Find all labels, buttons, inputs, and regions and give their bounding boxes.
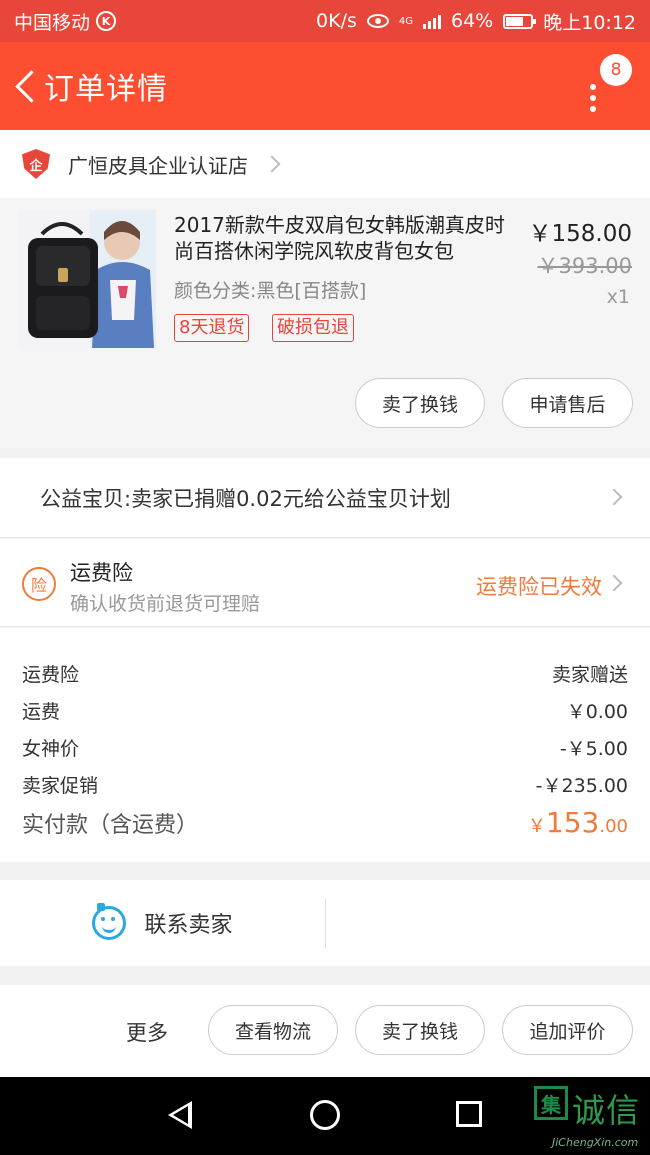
product-image[interactable]: [18, 210, 156, 348]
clock: 晚上10:12: [543, 11, 636, 34]
summary-value: -￥5.00: [559, 738, 628, 760]
product-spec: 颜色分类:黑色[百搭款]: [174, 280, 367, 302]
summary-row: 运费 ￥0.00: [22, 697, 628, 724]
enterprise-shield-icon: 企: [22, 149, 50, 179]
chevron-right-icon: [263, 155, 281, 173]
signal-icon: [423, 13, 441, 29]
total-label: 实付款（含运费）: [22, 813, 199, 838]
summary-row: 女神价 -￥5.00: [22, 734, 628, 761]
total-decimal: .00: [599, 816, 628, 837]
insurance-title: 运费险: [70, 561, 133, 585]
summary-label: 运费险: [22, 664, 80, 686]
total-row: 实付款（含运费） ￥153.00: [22, 806, 628, 839]
summary-label: 女神价: [22, 738, 80, 760]
watermark-text: 诚信: [572, 1091, 640, 1130]
carrier-k-icon: K: [96, 11, 117, 31]
insurance-icon: 险: [22, 567, 56, 601]
product-title[interactable]: 2017新款牛皮双肩包女韩版潮真皮时尚百搭休闲学院风软皮背包女包: [174, 212, 514, 264]
more-button[interactable]: 更多: [126, 1017, 168, 1047]
system-back-icon[interactable]: [168, 1101, 192, 1129]
contact-seller-button[interactable]: 联系卖家: [0, 880, 325, 966]
network-type: 4G: [398, 15, 413, 27]
bottom-action-bar: 更多 查看物流 卖了换钱 追加评价: [0, 985, 650, 1077]
product-quantity: x1: [606, 286, 630, 308]
page-title: 订单详情: [44, 72, 168, 107]
shop-name: 广恒皮具企业认证店: [68, 153, 248, 178]
back-arrow-icon[interactable]: [12, 66, 42, 106]
system-recents-icon[interactable]: [456, 1101, 482, 1127]
shipping-insurance-row[interactable]: 险 运费险 确认收货前退货可理赔 运费险已失效: [0, 539, 650, 627]
chevron-right-icon: [605, 488, 623, 506]
vertical-dots-icon: [590, 84, 596, 114]
watermark-url: JiChengXin.com: [552, 1136, 639, 1149]
summary-row: 运费险 卖家赠送: [22, 660, 628, 687]
battery-icon: [503, 13, 537, 29]
shop-row[interactable]: 企 广恒皮具企业认证店: [0, 130, 650, 198]
add-review-button[interactable]: 追加评价: [502, 1005, 633, 1055]
battery-percent: 64%: [451, 10, 494, 32]
charity-row[interactable]: 公益宝贝:卖家已捐赠0.02元给公益宝贝计划: [0, 458, 650, 538]
insurance-subtitle: 确认收货前退货可理赔: [70, 593, 261, 615]
carrier-label: 中国移动: [14, 11, 91, 34]
view-logistics-button[interactable]: 查看物流: [208, 1005, 338, 1055]
charity-text: 公益宝贝:卖家已捐赠0.02元给公益宝贝计划: [40, 486, 451, 511]
product-original-price: ￥393.00: [537, 254, 632, 278]
status-bar: 中国移动 K 0K/s 4G 64% 晚上10:12: [0, 0, 650, 42]
message-count-badge: 8: [600, 54, 632, 86]
summary-value: -￥235.00: [535, 775, 628, 797]
total-currency: ￥: [527, 816, 546, 837]
insurance-status: 运费险已失效: [476, 575, 602, 599]
navbar: 订单详情 8: [0, 42, 650, 130]
summary-label: 卖家促销: [22, 775, 99, 797]
watermark: 集 诚信 JiChengXin.com: [532, 1084, 650, 1154]
more-menu-button[interactable]: 8: [578, 52, 632, 122]
price-summary: 运费险 卖家赠送 运费 ￥0.00 女神价 -￥5.00 卖家促销 -￥235.…: [0, 628, 650, 862]
summary-row: 卖家促销 -￥235.00: [22, 771, 628, 798]
after-sales-button[interactable]: 申请售后: [502, 378, 633, 428]
divider: [325, 898, 326, 948]
resell-button[interactable]: 卖了换钱: [355, 378, 485, 428]
product-price: ￥158.00: [528, 221, 632, 247]
total-integer: 153: [545, 806, 600, 839]
return-policy-tag: 8天退货: [174, 314, 250, 342]
chat-face-icon: [92, 903, 127, 940]
chevron-right-icon: [605, 574, 623, 592]
damage-policy-tag: 破损包退: [272, 314, 354, 342]
eye-icon: [366, 14, 389, 28]
contact-seller-label: 联系卖家: [144, 913, 233, 938]
contact-section: 联系卖家: [0, 880, 650, 966]
network-speed: 0K/s: [316, 10, 357, 32]
summary-value: ￥0.00: [566, 701, 628, 723]
total-amount: ￥153.00: [528, 806, 628, 839]
product-card: 2017新款牛皮双肩包女韩版潮真皮时尚百搭休闲学院风软皮背包女包 颜色分类:黑色…: [0, 198, 650, 448]
watermark-logo-icon: 集: [534, 1086, 568, 1120]
summary-value: 卖家赠送: [551, 664, 628, 686]
resell-button[interactable]: 卖了换钱: [355, 1005, 485, 1055]
summary-label: 运费: [22, 701, 61, 723]
system-home-icon[interactable]: [310, 1100, 340, 1130]
